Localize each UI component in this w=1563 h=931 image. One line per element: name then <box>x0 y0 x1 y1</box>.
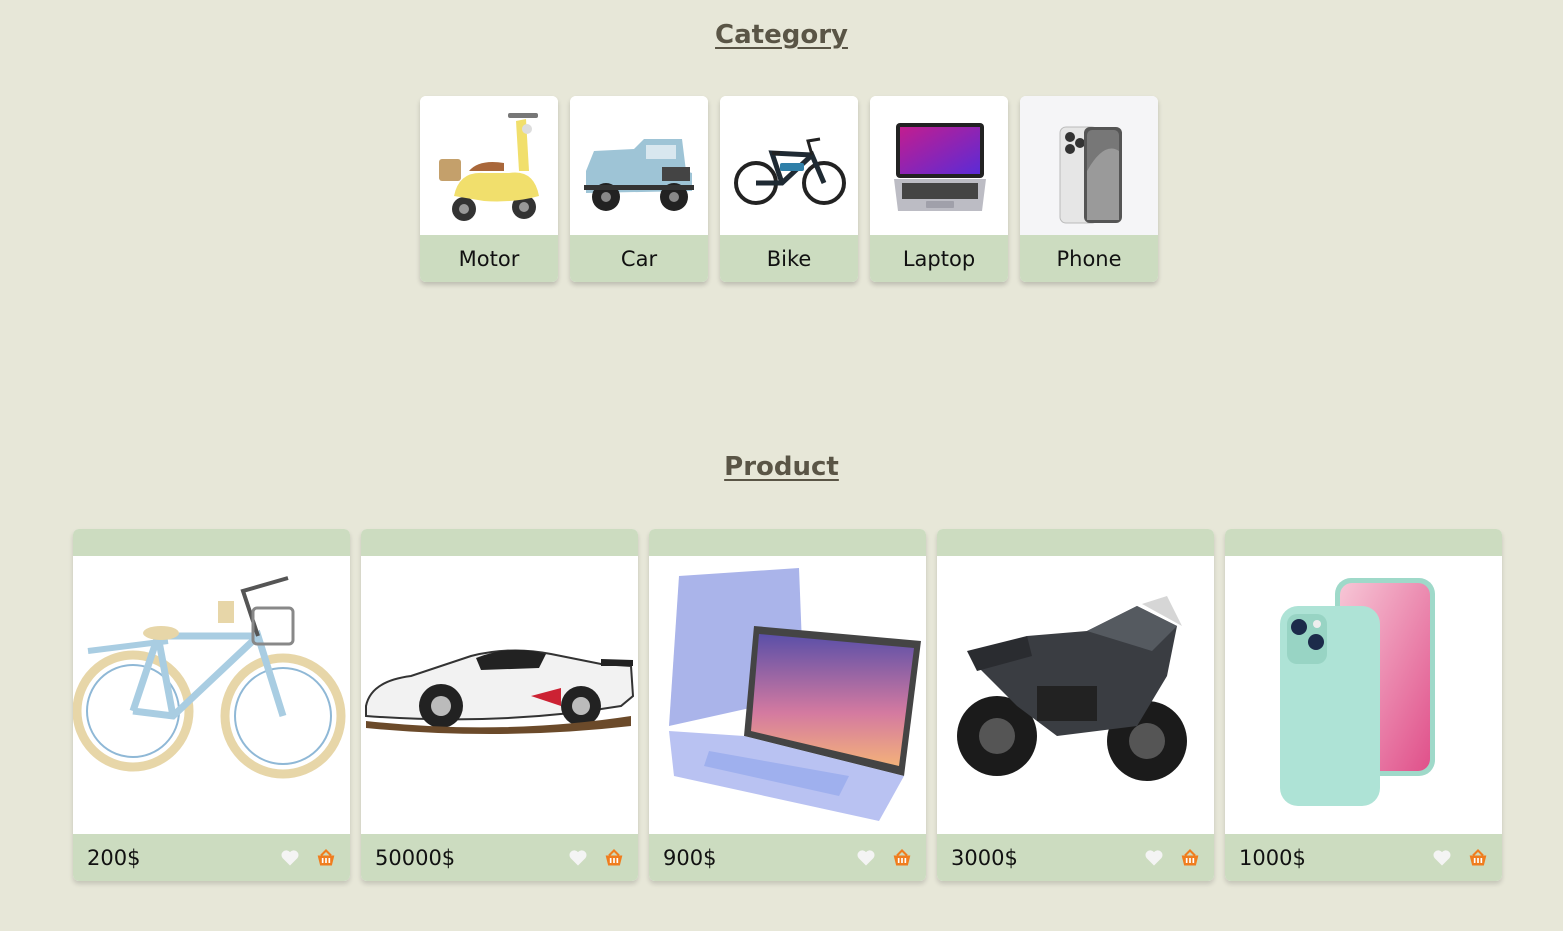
jeep-image <box>570 96 708 235</box>
basket-icon[interactable] <box>604 848 624 868</box>
sportscar-image <box>361 556 638 834</box>
product-card[interactable]: 50000$ <box>361 529 638 881</box>
laptop-image <box>870 96 1008 235</box>
category-card-laptop[interactable]: Laptop <box>870 96 1008 282</box>
product-title: Product <box>724 452 839 482</box>
product-price: 200$ <box>87 845 141 870</box>
category-label: Bike <box>720 235 858 282</box>
scooter-image <box>420 96 558 235</box>
heart-icon[interactable] <box>280 848 300 868</box>
product-price: 900$ <box>663 845 717 870</box>
product-price: 3000$ <box>951 845 1018 870</box>
category-card-car[interactable]: Car <box>570 96 708 282</box>
phone-image <box>1225 556 1502 834</box>
heart-icon[interactable] <box>1432 848 1452 868</box>
category-label: Motor <box>420 235 558 282</box>
category-label: Car <box>570 235 708 282</box>
product-card[interactable]: 900$ <box>649 529 926 881</box>
heart-icon[interactable] <box>856 848 876 868</box>
heart-icon[interactable] <box>568 848 588 868</box>
motorcycle-image <box>937 556 1214 834</box>
ebike-image <box>720 96 858 235</box>
category-card-phone[interactable]: Phone <box>1020 96 1158 282</box>
category-card-motor[interactable]: Motor <box>420 96 558 282</box>
product-card[interactable]: 3000$ <box>937 529 1214 881</box>
category-title: Category <box>715 20 848 50</box>
product-list: 200$ 50000$ 900$ 3000$ 1000$ <box>73 529 1502 881</box>
basket-icon[interactable] <box>316 848 336 868</box>
category-label: Phone <box>1020 235 1158 282</box>
product-card[interactable]: 1000$ <box>1225 529 1502 881</box>
product-price: 50000$ <box>375 845 456 870</box>
basket-icon[interactable] <box>1180 848 1200 868</box>
phone-image <box>1020 96 1158 235</box>
category-label: Laptop <box>870 235 1008 282</box>
laptop-image <box>649 556 926 834</box>
basket-icon[interactable] <box>892 848 912 868</box>
category-list: Motor Car Bike Laptop Phone <box>420 96 1158 282</box>
bicycle-image <box>73 556 350 834</box>
basket-icon[interactable] <box>1468 848 1488 868</box>
category-card-bike[interactable]: Bike <box>720 96 858 282</box>
product-price: 1000$ <box>1239 845 1306 870</box>
heart-icon[interactable] <box>1144 848 1164 868</box>
product-card[interactable]: 200$ <box>73 529 350 881</box>
